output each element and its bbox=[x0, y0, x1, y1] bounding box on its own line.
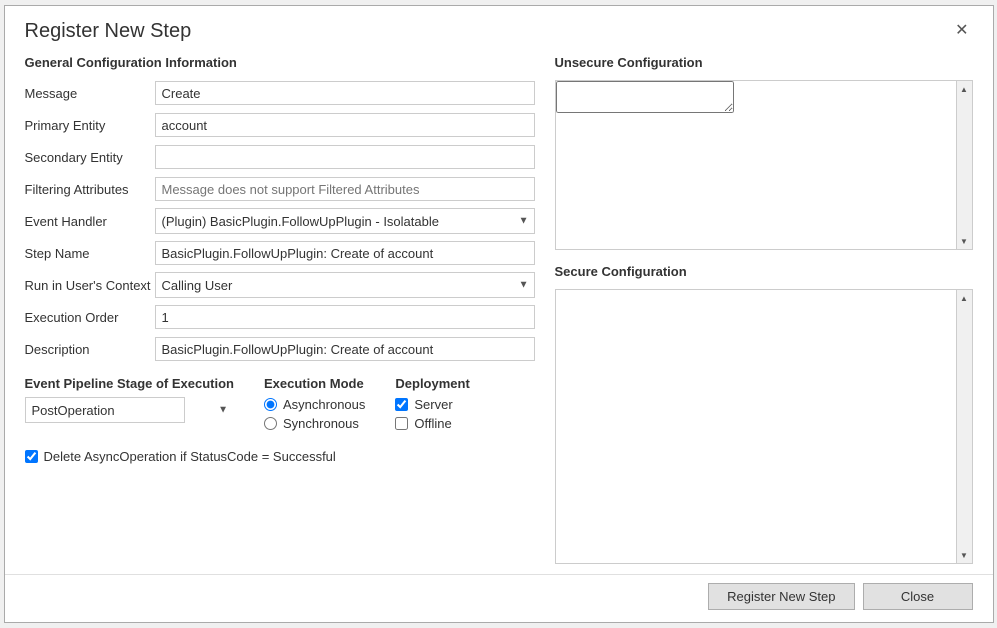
left-panel: General Configuration Information Messag… bbox=[25, 51, 535, 564]
description-label: Description bbox=[25, 342, 155, 357]
run-in-context-select[interactable]: Calling User bbox=[155, 272, 535, 298]
unsecure-config-title: Unsecure Configuration bbox=[555, 55, 973, 70]
deployment-label: Deployment bbox=[395, 376, 469, 391]
step-name-row: Step Name bbox=[25, 240, 535, 266]
pipeline-stage-section: Event Pipeline Stage of Execution PreVal… bbox=[25, 376, 235, 423]
pipeline-stage-select[interactable]: PreValidation PreOperation PostOperation bbox=[25, 397, 185, 423]
secure-scroll-up-icon[interactable]: ▲ bbox=[956, 290, 972, 306]
event-handler-select[interactable]: (Plugin) BasicPlugin.FollowUpPlugin - Is… bbox=[155, 208, 535, 234]
event-handler-label: Event Handler bbox=[25, 214, 155, 229]
message-input[interactable] bbox=[155, 81, 535, 105]
register-new-step-dialog: Register New Step ✕ General Configuratio… bbox=[4, 5, 994, 623]
delete-async-row: Delete AsyncOperation if StatusCode = Su… bbox=[25, 449, 535, 464]
delete-async-checkbox[interactable] bbox=[25, 450, 38, 463]
run-in-context-row: Run in User's Context Calling User ▼ bbox=[25, 272, 535, 298]
filtering-attributes-row: Filtering Attributes bbox=[25, 176, 535, 202]
execution-order-label: Execution Order bbox=[25, 310, 155, 325]
run-in-context-label: Run in User's Context bbox=[25, 278, 155, 293]
description-input[interactable] bbox=[155, 337, 535, 361]
unsecure-config-textarea[interactable] bbox=[556, 81, 734, 113]
pipeline-stage-dropdown-icon: ▼ bbox=[218, 405, 228, 416]
execution-order-row: Execution Order bbox=[25, 304, 535, 330]
title-bar: Register New Step ✕ bbox=[5, 6, 993, 51]
filtering-attributes-input[interactable] bbox=[155, 177, 535, 201]
synchronous-radio[interactable] bbox=[264, 417, 277, 430]
right-panel: Unsecure Configuration ▲ ▼ Secure Config… bbox=[555, 51, 973, 564]
delete-async-label[interactable]: Delete AsyncOperation if StatusCode = Su… bbox=[44, 449, 336, 464]
event-handler-select-wrapper: (Plugin) BasicPlugin.FollowUpPlugin - Is… bbox=[155, 208, 535, 234]
pipeline-stage-select-wrapper: PreValidation PreOperation PostOperation… bbox=[25, 397, 235, 423]
dialog-title: Register New Step bbox=[25, 20, 192, 43]
event-handler-row: Event Handler (Plugin) BasicPlugin.Follo… bbox=[25, 208, 535, 234]
primary-entity-label: Primary Entity bbox=[25, 118, 155, 133]
secure-config-textarea[interactable] bbox=[556, 290, 956, 563]
secondary-entity-row: Secondary Entity bbox=[25, 144, 535, 170]
close-icon-button[interactable]: ✕ bbox=[951, 20, 972, 40]
description-row: Description bbox=[25, 336, 535, 362]
close-button[interactable]: Close bbox=[863, 583, 973, 610]
secure-config-section: Secure Configuration ▲ ▼ bbox=[555, 260, 973, 564]
asynchronous-label[interactable]: Asynchronous bbox=[283, 397, 365, 412]
execution-mode-section: Execution Mode Asynchronous Synchronous bbox=[264, 376, 365, 435]
unsecure-scroll-up-icon[interactable]: ▲ bbox=[956, 81, 972, 97]
filtering-attributes-label: Filtering Attributes bbox=[25, 182, 155, 197]
general-config-title: General Configuration Information bbox=[25, 55, 535, 70]
synchronous-radio-row: Synchronous bbox=[264, 416, 365, 431]
dialog-body: General Configuration Information Messag… bbox=[5, 51, 993, 574]
server-checkbox-row: Server bbox=[395, 397, 469, 412]
secondary-entity-input[interactable] bbox=[155, 145, 535, 169]
unsecure-scrollbar: ▲ ▼ bbox=[956, 81, 972, 249]
register-new-step-button[interactable]: Register New Step bbox=[708, 583, 854, 610]
asynchronous-radio-row: Asynchronous bbox=[264, 397, 365, 412]
secure-scrollbar: ▲ ▼ bbox=[956, 290, 972, 563]
unsecure-config-section: Unsecure Configuration ▲ ▼ bbox=[555, 51, 973, 250]
asynchronous-radio[interactable] bbox=[264, 398, 277, 411]
secure-scroll-down-icon[interactable]: ▼ bbox=[956, 547, 972, 563]
step-name-label: Step Name bbox=[25, 246, 155, 261]
execution-order-input[interactable] bbox=[155, 305, 535, 329]
run-in-context-select-wrapper: Calling User ▼ bbox=[155, 272, 535, 298]
secure-config-box: ▲ ▼ bbox=[555, 289, 973, 564]
deployment-section: Deployment Server Offline bbox=[395, 376, 469, 435]
offline-checkbox-row: Offline bbox=[395, 416, 469, 431]
secure-config-title: Secure Configuration bbox=[555, 264, 973, 279]
bottom-section: Event Pipeline Stage of Execution PreVal… bbox=[25, 376, 535, 435]
step-name-input[interactable] bbox=[155, 241, 535, 265]
offline-checkbox[interactable] bbox=[395, 417, 408, 430]
offline-label[interactable]: Offline bbox=[414, 416, 451, 431]
unsecure-config-box: ▲ ▼ bbox=[555, 80, 973, 250]
server-checkbox[interactable] bbox=[395, 398, 408, 411]
pipeline-stage-label: Event Pipeline Stage of Execution bbox=[25, 376, 235, 391]
secondary-entity-label: Secondary Entity bbox=[25, 150, 155, 165]
unsecure-scroll-down-icon[interactable]: ▼ bbox=[956, 233, 972, 249]
primary-entity-row: Primary Entity bbox=[25, 112, 535, 138]
synchronous-label[interactable]: Synchronous bbox=[283, 416, 359, 431]
execution-mode-label: Execution Mode bbox=[264, 376, 365, 391]
message-label: Message bbox=[25, 86, 155, 101]
primary-entity-input[interactable] bbox=[155, 113, 535, 137]
message-row: Message bbox=[25, 80, 535, 106]
server-label[interactable]: Server bbox=[414, 397, 452, 412]
footer: Register New Step Close bbox=[5, 574, 993, 622]
